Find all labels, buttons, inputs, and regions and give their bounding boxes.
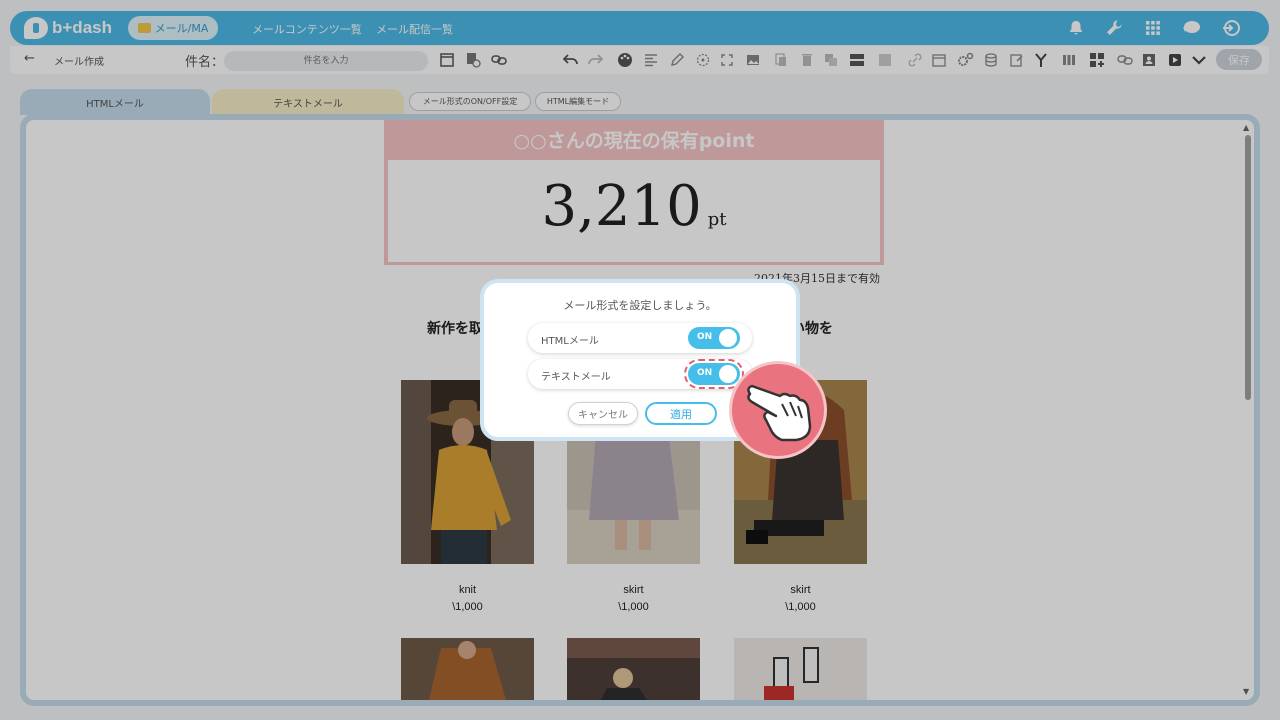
option-label-text: テキストメール [541, 372, 611, 383]
toggle-knob [719, 329, 737, 347]
app-window: b+dash メール/MA メールコンテンツ一覧 メール配信一覧 ← メール作成… [0, 0, 1280, 720]
dialog-message: メール形式を設定しましょう。 [563, 299, 717, 312]
pointing-hand-icon [732, 364, 824, 456]
option-row-text: テキストメール ON [528, 359, 752, 389]
option-row-html: HTMLメール ON [528, 323, 752, 353]
toggle-state-text: ON [697, 332, 713, 342]
option-label-html: HTMLメール [541, 336, 599, 347]
apply-button[interactable]: 適用 [645, 402, 717, 425]
cancel-button[interactable]: キャンセル [568, 402, 638, 425]
html-mail-toggle[interactable]: ON [688, 327, 740, 349]
